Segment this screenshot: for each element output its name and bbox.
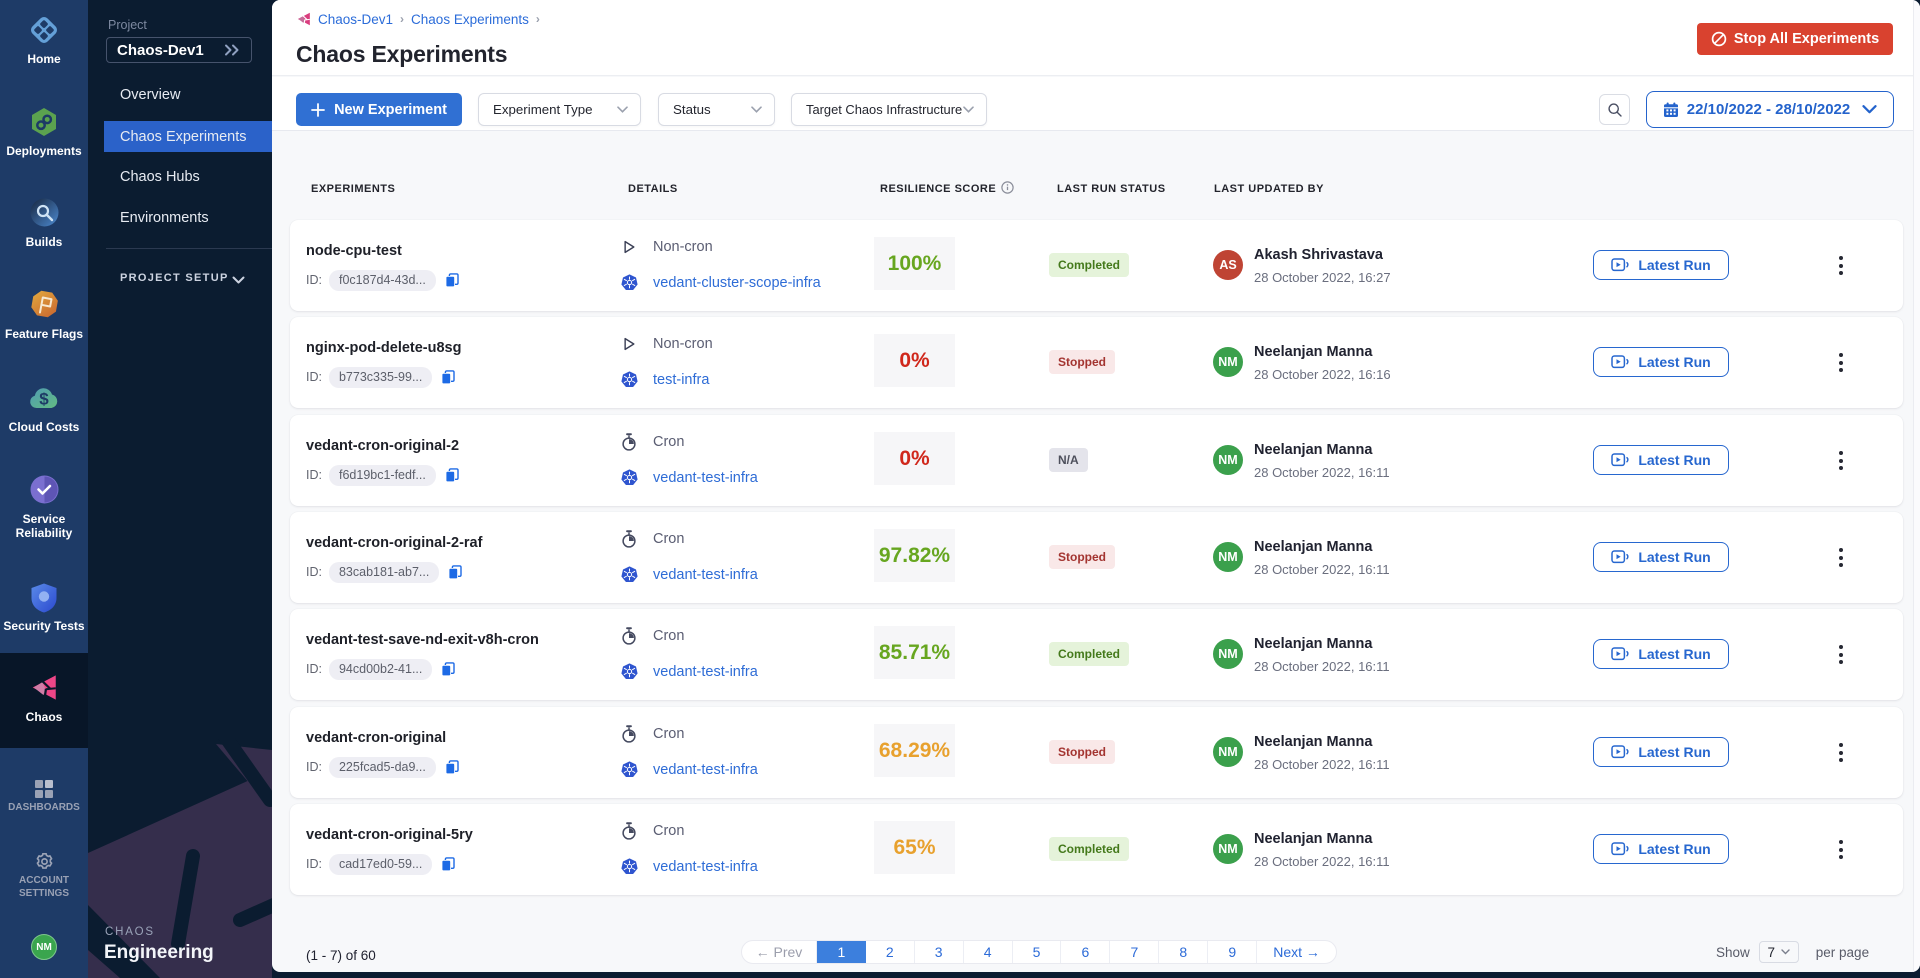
svg-text:$: $ bbox=[39, 390, 49, 409]
